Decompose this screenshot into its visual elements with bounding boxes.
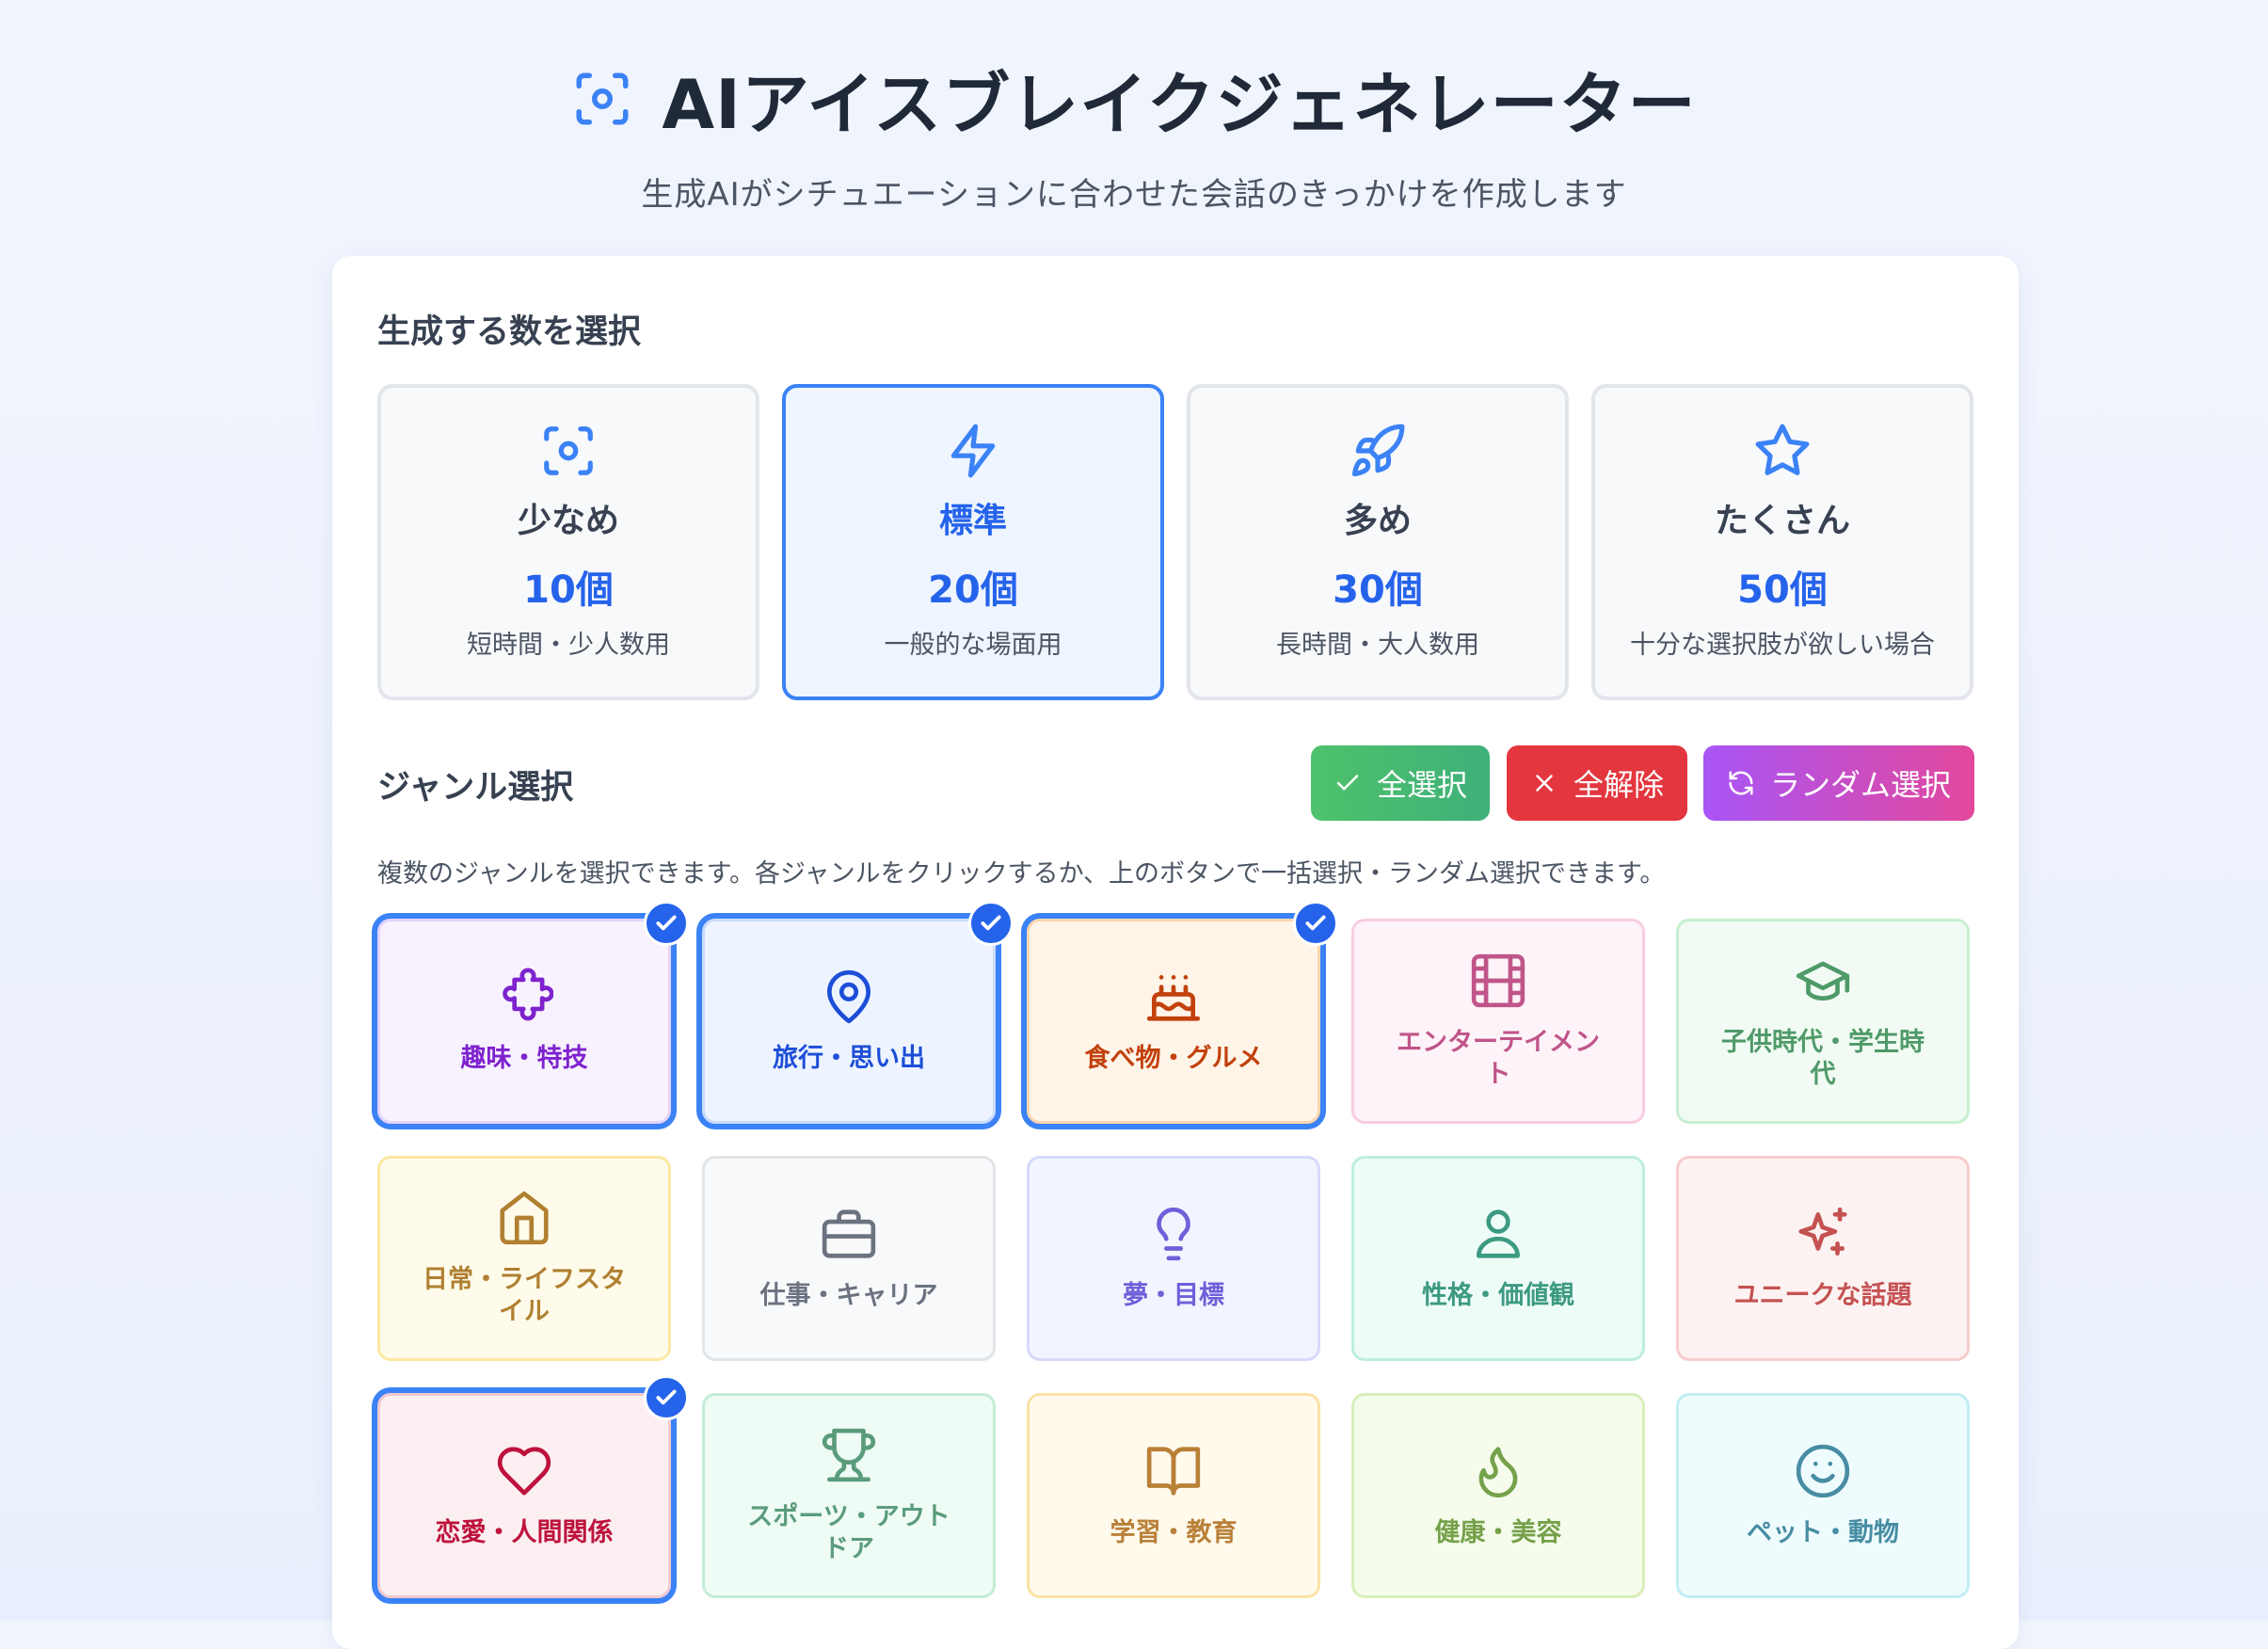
genre-pets[interactable]: ペット・動物 xyxy=(1676,1393,1970,1598)
title-row: AIアイスブレイクジェネレーター xyxy=(0,49,2268,148)
genre-label: 性格・価値観 xyxy=(1422,1281,1574,1310)
check-icon xyxy=(1336,775,1359,791)
focus-icon xyxy=(576,72,629,124)
genre-label: 恋愛・人間関係 xyxy=(435,1518,614,1547)
count-option-label: 標準 xyxy=(938,502,1007,540)
close-icon xyxy=(1536,775,1553,792)
genre-entertainment[interactable]: エンターテイメント xyxy=(1351,919,1645,1124)
selected-check-badge xyxy=(1293,901,1338,946)
count-option-many[interactable]: 多め 30個 長時間・大人数用 xyxy=(1187,384,1569,700)
genre-travel[interactable]: 旅行・思い出 xyxy=(702,901,1014,1124)
genre-label: 学習・教育 xyxy=(1110,1518,1238,1547)
main-card: 生成する数を選択 少なめ 10個 短時間・少人数用 標準 20個 一般的な場面用… xyxy=(332,256,2019,1649)
genre-food[interactable]: 食べ物・グルメ xyxy=(1027,901,1338,1124)
selected-check-badge xyxy=(968,901,1014,946)
genre-hobby[interactable]: 趣味・特技 xyxy=(377,901,689,1124)
count-option-value: 50個 xyxy=(1737,568,1828,612)
count-option-label: 少なめ xyxy=(517,502,619,540)
genre-label: ユニークな話題 xyxy=(1733,1281,1912,1310)
genre-learning[interactable]: 学習・教育 xyxy=(1027,1393,1320,1598)
genre-label: 仕事・キャリア xyxy=(759,1281,938,1310)
genre-career[interactable]: 仕事・キャリア xyxy=(702,1156,996,1361)
check-icon xyxy=(981,915,1001,931)
genre-label: エンターテイメント xyxy=(1397,1028,1600,1089)
page-subtitle: 生成AIがシチュエーションに合わせた会話のきっかけを作成します xyxy=(641,176,1627,214)
genre-lifestyle[interactable]: 日常・ライフスタイル xyxy=(377,1156,671,1361)
sparkles-icon xyxy=(1798,1207,1847,1256)
cake-icon xyxy=(1146,975,1201,1021)
check-icon xyxy=(656,915,677,931)
genre-sports[interactable]: スポーツ・アウトドア xyxy=(702,1393,996,1598)
focus-icon xyxy=(544,426,593,475)
trophy-icon xyxy=(822,1428,876,1482)
count-option-few[interactable]: 少なめ 10個 短時間・少人数用 xyxy=(377,384,759,700)
genre-romance[interactable]: 恋愛・人間関係 xyxy=(377,1375,689,1598)
genre-personality[interactable]: 性格・価値観 xyxy=(1351,1156,1645,1361)
genre-label: スポーツ・アウトドア xyxy=(747,1502,950,1563)
genre-label: ペット・動物 xyxy=(1747,1518,1899,1547)
heart-icon xyxy=(497,1447,551,1496)
film-icon xyxy=(1471,953,1525,1008)
count-option-label: たくさん xyxy=(1714,502,1850,540)
flame-icon xyxy=(1478,1447,1518,1498)
count-option-value: 30個 xyxy=(1333,568,1423,612)
refresh-icon xyxy=(1729,771,1753,795)
smile-icon xyxy=(1796,1444,1850,1498)
user-icon xyxy=(1477,1209,1520,1258)
home-icon xyxy=(500,1191,549,1245)
genre-label: 夢・目標 xyxy=(1123,1281,1224,1310)
clear-all-label: 全解除 xyxy=(1573,767,1664,803)
count-option-lots[interactable]: たくさん 50個 十分な選択肢が欲しい場合 xyxy=(1591,384,1973,700)
genre-childhood[interactable]: 子供時代・学生時代 xyxy=(1676,919,1970,1124)
genre-label: 食べ物・グルメ xyxy=(1084,1044,1263,1073)
clear-all-button[interactable]: 全解除 xyxy=(1507,745,1687,821)
genre-label: 旅行・思い出 xyxy=(773,1044,925,1073)
select-all-label: 全選択 xyxy=(1376,767,1467,803)
genre-health[interactable]: 健康・美容 xyxy=(1351,1393,1645,1598)
count-option-label: 多め xyxy=(1343,502,1412,540)
map-pin-icon xyxy=(827,969,870,1024)
graduation-cap-icon xyxy=(1796,961,1850,1001)
count-option-value: 20個 xyxy=(928,568,1018,612)
page-header: AIアイスブレイクジェネレーター 生成AIがシチュエーションに合わせた会話のきっ… xyxy=(0,0,2268,215)
genre-label: 健康・美容 xyxy=(1434,1518,1562,1547)
random-select-button[interactable]: ランダム選択 xyxy=(1703,745,1974,821)
count-option-desc: 短時間・少人数用 xyxy=(467,631,670,660)
count-option-desc: 十分な選択肢が欲しい場合 xyxy=(1630,631,1935,660)
random-select-label: ランダム選択 xyxy=(1769,767,1951,803)
genre-help-text: 複数のジャンルを選択できます。各ジャンルをクリックするか、上のボタンで一括選択・… xyxy=(377,859,1666,889)
genre-label: 趣味・特技 xyxy=(460,1044,588,1073)
lightbulb-icon xyxy=(1157,1207,1190,1261)
star-icon xyxy=(1755,424,1810,475)
genre-label: 子供時代・学生時代 xyxy=(1721,1028,1925,1089)
count-option-desc: 長時間・大人数用 xyxy=(1276,631,1479,660)
puzzle-icon xyxy=(503,968,553,1021)
briefcase-icon xyxy=(822,1209,876,1258)
count-option-value: 10個 xyxy=(523,568,614,612)
genre-unique[interactable]: ユニークな話題 xyxy=(1676,1156,1970,1361)
genre-section-title: ジャンル選択 xyxy=(377,769,574,807)
selected-check-badge xyxy=(644,1375,689,1420)
count-section-title: 生成する数を選択 xyxy=(377,313,642,351)
count-options: 少なめ 10個 短時間・少人数用 標準 20個 一般的な場面用 多め 30個 長… xyxy=(377,384,1973,700)
book-icon xyxy=(1146,1447,1201,1496)
page-title: AIアイスブレイクジェネレーター xyxy=(662,65,1697,144)
genre-dreams[interactable]: 夢・目標 xyxy=(1027,1156,1320,1361)
select-all-button[interactable]: 全選択 xyxy=(1311,745,1490,821)
count-option-desc: 一般的な場面用 xyxy=(884,631,1062,660)
genre-label: 日常・ライフスタイル xyxy=(423,1265,626,1326)
rocket-icon xyxy=(1351,424,1405,477)
selected-check-badge xyxy=(644,901,689,946)
check-icon xyxy=(656,1389,677,1405)
count-option-standard[interactable]: 標準 20個 一般的な場面用 xyxy=(782,384,1164,700)
check-icon xyxy=(1305,915,1326,931)
lightning-icon xyxy=(950,424,996,478)
